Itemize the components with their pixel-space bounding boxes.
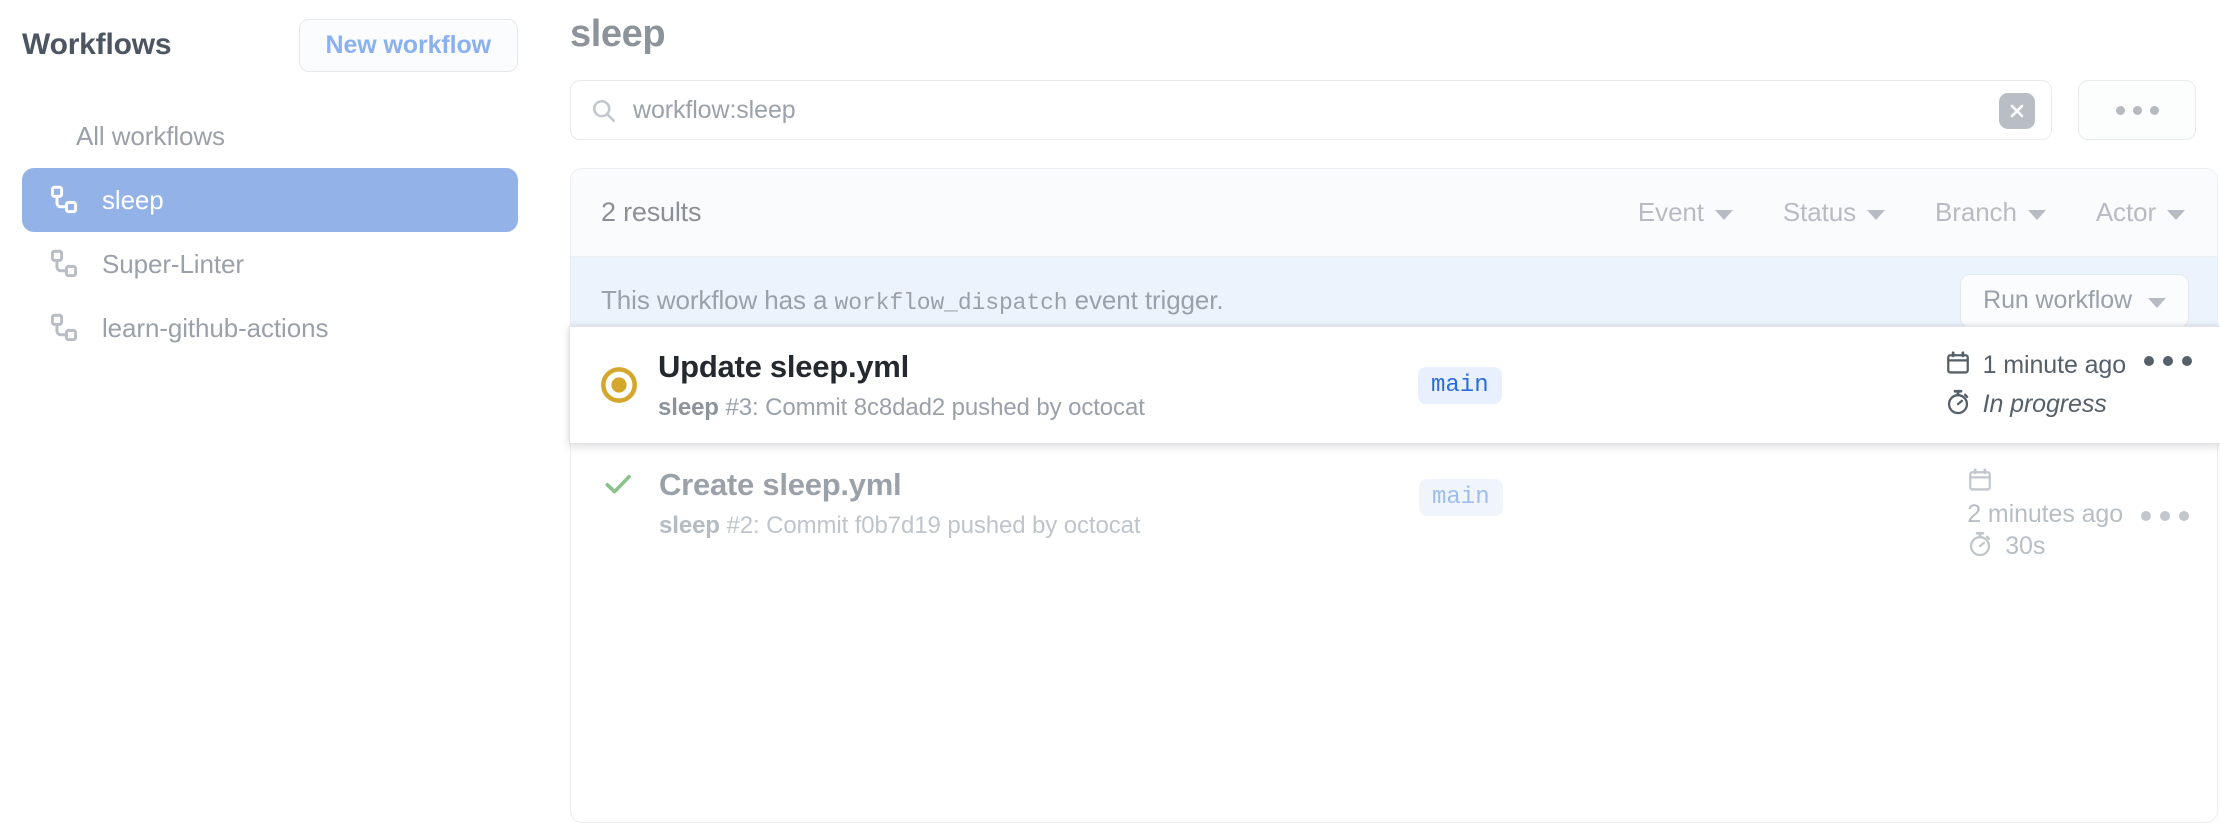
filter-label: Event [1637,197,1704,227]
calendar-icon [1945,350,1971,381]
branch-cell: main [1419,467,1839,516]
row-overflow-button[interactable] [2144,350,2192,366]
search-row [570,80,2218,140]
filter-bar: Event Status Branch Actor [1638,197,2185,228]
row-overflow-button[interactable] [2141,467,2189,521]
workflow-icon [48,184,80,216]
table-row[interactable]: Create sleep.yml sleep #2: Commit f0b7d1… [571,445,2217,575]
ellipsis-dot-icon [2182,356,2192,366]
branch-cell: main [1418,366,1838,404]
run-time: 1 minute ago [1945,350,2126,381]
run-meta-lines: 2 minutes ago 30s [1967,467,2123,562]
sidebar-item-all-workflows[interactable]: All workflows [22,104,518,168]
dispatch-text-after: event trigger. [1074,285,1224,315]
run-workflow-name: sleep [658,393,719,421]
ellipsis-dot-icon [2149,105,2159,115]
workflow-icon [48,248,80,280]
status-in-progress-icon [600,366,658,404]
run-subtitle-rest: #2: Commit f0b7d19 pushed by octocat [726,512,1141,539]
sidebar-item-label: sleep [102,184,164,215]
filter-event[interactable]: Event [1638,197,1733,228]
search-input[interactable] [633,95,1953,125]
filter-status[interactable]: Status [1782,197,1886,228]
dispatch-banner-text: This workflow has a workflow_dispatch ev… [601,285,1224,316]
ellipsis-dot-icon [2115,105,2125,115]
search-box[interactable] [570,80,2052,140]
chevron-down-icon [2148,297,2166,308]
results-count: 2 results [601,197,702,227]
chevron-down-icon [1714,209,1733,220]
sidebar-item-label: Super-Linter [102,248,244,279]
sidebar-item-learn-github-actions[interactable]: learn-github-actions [22,296,518,360]
run-meta: 2 minutes ago 30s [1839,467,2189,562]
sidebar: Workflows New workflow All workflows sle… [0,0,540,840]
run-meta-lines: 1 minute ago In progress [1945,350,2126,420]
main-content: sleep workflow:sleep 2 results Event Sta… [568,0,2220,840]
workflows-page: Workflows New workflow All workflows sle… [0,0,2220,840]
run-title[interactable]: Update sleep.yml [658,349,1418,385]
ellipsis-dot-icon [2160,511,2170,521]
status-success-icon [601,467,659,501]
run-workflow-label: Run workflow [1983,286,2132,314]
stopwatch-icon [1967,531,1993,562]
status-badge[interactable]: main [1418,366,1502,404]
filter-actor[interactable]: Actor [2096,197,2185,228]
run-duration-text: In progress [1982,390,2107,418]
run-title[interactable]: Create sleep.yml [659,467,1419,503]
ellipsis-dot-icon [2141,511,2151,521]
run-time-text: 2 minutes ago [1967,500,2123,528]
chevron-down-icon [2027,209,2046,220]
filter-label: Actor [2095,197,2156,227]
dispatch-text-before: This workflow has a [601,285,828,315]
workflow-icon [48,312,80,344]
run-subtitle-rest: #3: Commit 8c8dad2 pushed by octocat [725,393,1145,421]
sidebar-header: Workflows New workflow [22,14,518,76]
run-calendar [1967,467,1993,498]
stopwatch-icon [1945,389,1971,420]
run-info: Create sleep.yml sleep #2: Commit f0b7d1… [659,467,1419,540]
results-card: 2 results Event Status Branch Actor This… [569,168,2220,823]
new-workflow-button[interactable]: New workflow [298,18,518,72]
dispatch-event-code: workflow_dispatch [834,290,1068,316]
ellipsis-dot-icon [2163,356,2173,366]
sidebar-workflow-list: All workflows sleep Super-Linter learn-g… [22,104,518,360]
run-workflow-button[interactable]: Run workflow [1960,273,2189,328]
run-duration: 30s [1967,531,2045,562]
page-title: sleep [570,13,666,55]
chevron-down-icon [2167,209,2185,220]
results-header: 2 results Event Status Branch Actor [571,169,2217,257]
sidebar-title: Workflows [22,28,172,61]
ellipsis-dot-icon [2132,105,2142,115]
sidebar-item-sleep[interactable]: sleep [22,168,518,232]
run-subtitle: sleep #3: Commit 8c8dad2 pushed by octoc… [658,394,1418,422]
close-icon[interactable] [1999,93,2035,129]
chevron-down-icon [1867,209,1886,220]
run-info: Update sleep.yml sleep #3: Commit 8c8dad… [658,349,1418,422]
run-meta: 1 minute ago In progress [1838,350,2192,420]
search-overflow-button[interactable] [2078,80,2196,140]
filter-label: Status [1782,197,1857,227]
run-workflow-name: sleep [659,512,720,539]
sidebar-item-super-linter[interactable]: Super-Linter [22,232,518,296]
run-duration-text: 30s [2005,532,2046,560]
sidebar-item-label: All workflows [76,120,225,151]
sidebar-item-label: learn-github-actions [102,312,329,343]
run-subtitle: sleep #2: Commit f0b7d19 pushed by octoc… [659,512,1419,540]
calendar-icon [1967,467,1993,498]
filter-branch[interactable]: Branch [1935,197,2046,228]
filter-label: Branch [1935,197,2017,227]
table-row[interactable]: Update sleep.yml sleep #3: Commit 8c8dad… [569,326,2220,444]
run-time-text: 1 minute ago [1982,351,2126,379]
status-badge[interactable]: main [1419,479,1503,516]
ellipsis-dot-icon [2179,511,2189,521]
run-time: 2 minutes ago [1967,500,2123,529]
run-duration: In progress [1945,389,2126,420]
ellipsis-dot-icon [2144,356,2154,366]
